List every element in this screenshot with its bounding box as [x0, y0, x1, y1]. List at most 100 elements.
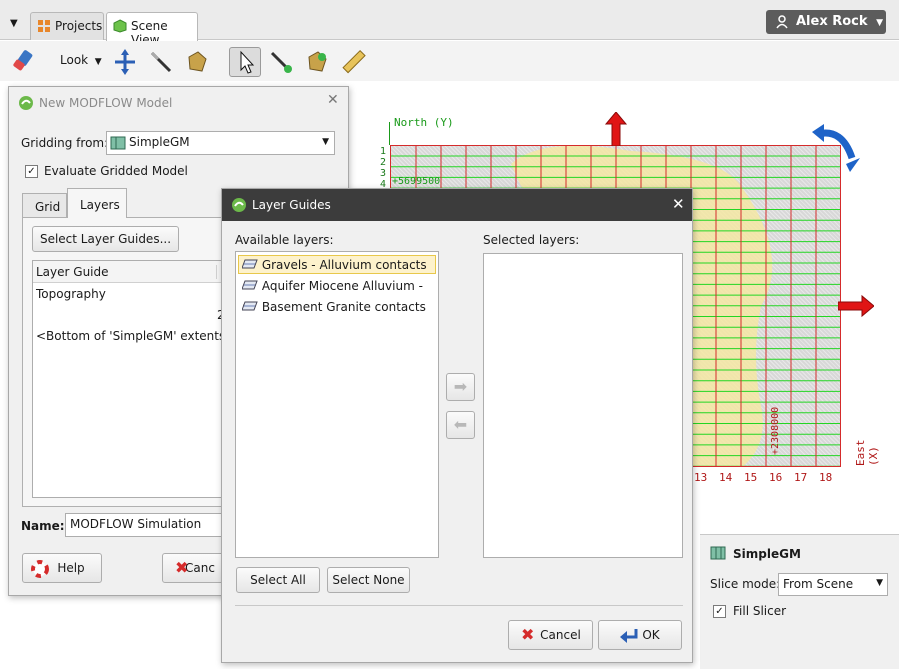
gridding-from-label: Gridding from: [21, 136, 109, 150]
layer-guides-dialog: Layer Guides ✕ Available layers: Selecte… [221, 188, 693, 663]
look-label: Look [60, 53, 89, 67]
fill-slicer-checkbox[interactable]: ✓ [713, 605, 726, 618]
slice-mode-chevron-icon: ▼ [876, 578, 883, 588]
grid-model-icon [110, 135, 126, 154]
list-item[interactable]: Basement Granite contacts [241, 299, 426, 316]
scene-cube-icon [113, 19, 127, 33]
name-value: MODFLOW Simulation [70, 517, 202, 531]
col-tick: 17 [794, 471, 808, 484]
close-icon[interactable]: ✕ [672, 195, 685, 213]
column-header-layer-guide: Layer Guide [36, 265, 109, 279]
east-arrow-icon[interactable] [837, 294, 875, 321]
row-tick: 1 [380, 146, 387, 157]
user-menu-button[interactable]: Alex Rock ▼ [766, 10, 886, 34]
col-tick: 15 [744, 471, 758, 484]
look-dropdown[interactable]: Look ▼ [60, 53, 102, 67]
modflow-app-icon [18, 95, 34, 114]
gridding-from-select[interactable]: SimpleGM ▼ [106, 131, 335, 155]
list-item-label: Gravels - Alluvium contacts [261, 258, 427, 272]
layer-surface-icon [241, 257, 258, 274]
modflow-cancel-label: Canc [185, 561, 215, 575]
move-arrows-icon[interactable] [112, 49, 138, 75]
evaluate-label: Evaluate Gridded Model [44, 164, 188, 178]
projects-grid-icon [37, 19, 51, 33]
tab-grid[interactable]: Grid [22, 193, 67, 217]
dialog-divider [235, 605, 683, 606]
name-label: Name: [21, 519, 65, 533]
tab-layers-label: Layers [80, 198, 120, 212]
polygon-select-icon[interactable] [184, 49, 210, 75]
select-layer-guides-button[interactable]: Select Layer Guides... [32, 226, 179, 252]
select-layer-guides-label: Select Layer Guides... [39, 232, 172, 246]
slice-mode-value: From Scene [783, 577, 854, 591]
user-name: Alex Rock [796, 14, 868, 29]
gridding-from-value: SimpleGM [129, 135, 190, 149]
help-label: Help [57, 561, 85, 575]
polygon-edit-icon[interactable] [304, 49, 330, 75]
ok-label: OK [642, 628, 660, 642]
layer-guides-title-bar: Layer Guides ✕ [222, 189, 692, 221]
north-axis-label: North (Y) [394, 116, 454, 129]
rotate-handle-icon[interactable] [812, 124, 860, 175]
row-tick: 3 [380, 168, 387, 179]
north-arrow-icon[interactable] [604, 111, 628, 149]
layer-guides-app-icon [231, 197, 247, 216]
object-name: SimpleGM [733, 547, 801, 561]
pointer-select-icon[interactable] [229, 47, 261, 77]
layer-surface-icon [241, 299, 258, 316]
scene-toolbar: Look ▼ [0, 41, 899, 81]
north-axis-line [389, 122, 390, 145]
layer-guides-title: Layer Guides [252, 198, 331, 212]
column-tick-labels: 13 14 15 16 17 18 [694, 471, 839, 484]
table-row[interactable]: Topography [36, 287, 106, 301]
col-tick: 13 [694, 471, 708, 484]
tab-grid-label: Grid [35, 200, 61, 214]
eraser-icon[interactable] [10, 49, 36, 75]
selected-layers-label: Selected layers: [483, 233, 580, 247]
available-layers-label: Available layers: [235, 233, 334, 247]
green-pen-icon[interactable] [268, 49, 294, 75]
north-coordinate: +5699500 [392, 176, 441, 187]
gridding-chevron-icon: ▼ [322, 137, 329, 147]
tab-layers[interactable]: Layers [67, 188, 127, 218]
user-chevron-icon: ▼ [876, 18, 883, 28]
move-right-button[interactable]: ➡ [446, 373, 475, 401]
table-row[interactable]: <Bottom of 'SimpleGM' extents> [36, 329, 235, 343]
select-none-button[interactable]: Select None [327, 567, 410, 593]
east-axis-label: East (X) [854, 439, 880, 467]
draw-pen-icon[interactable] [148, 49, 174, 75]
grid-model-icon [710, 545, 726, 564]
user-icon [776, 15, 788, 33]
tab-bar: ▼ Projects Scene View Alex Rock ▼ [0, 0, 899, 47]
col-tick: 16 [769, 471, 783, 484]
fill-slicer-label: Fill Slicer [733, 604, 787, 618]
row-tick: 2 [380, 157, 387, 168]
tab-scene-view[interactable]: Scene View [106, 12, 198, 47]
select-all-label: Select All [250, 573, 306, 587]
available-layers-list[interactable]: Gravels - Alluvium contacts Aquifer Mioc… [235, 251, 439, 558]
selected-layers-list[interactable] [483, 253, 683, 558]
tab-projects-label: Projects [55, 19, 103, 33]
lifebuoy-icon [31, 560, 49, 588]
cancel-x-icon: ✖ [521, 625, 535, 644]
east-coordinate: +2308000 [770, 406, 781, 455]
cancel-button[interactable]: ✖ Cancel [508, 620, 593, 650]
slice-mode-select[interactable]: From Scene ▼ [778, 573, 888, 596]
select-none-label: Select None [332, 573, 405, 587]
slice-mode-label: Slice mode: [710, 577, 781, 591]
ruler-icon[interactable] [340, 49, 366, 75]
tab-menu-chevron-icon[interactable]: ▼ [10, 18, 18, 29]
ok-return-arrow-icon [619, 627, 639, 655]
ok-button[interactable]: OK [598, 620, 682, 650]
help-button[interactable]: Help [22, 553, 102, 583]
col-tick: 14 [719, 471, 733, 484]
modflow-dialog-title: New MODFLOW Model [39, 96, 173, 110]
list-item-label: Basement Granite contacts [261, 300, 426, 314]
close-icon[interactable]: ✕ [327, 92, 339, 108]
cancel-label: Cancel [540, 628, 581, 642]
select-all-button[interactable]: Select All [236, 567, 320, 593]
move-left-button[interactable]: ⬅ [446, 411, 475, 439]
list-item[interactable]: Gravels - Alluvium contacts [241, 257, 427, 274]
evaluate-checkbox[interactable]: ✓ [25, 165, 38, 178]
tab-projects[interactable]: Projects [30, 12, 104, 40]
